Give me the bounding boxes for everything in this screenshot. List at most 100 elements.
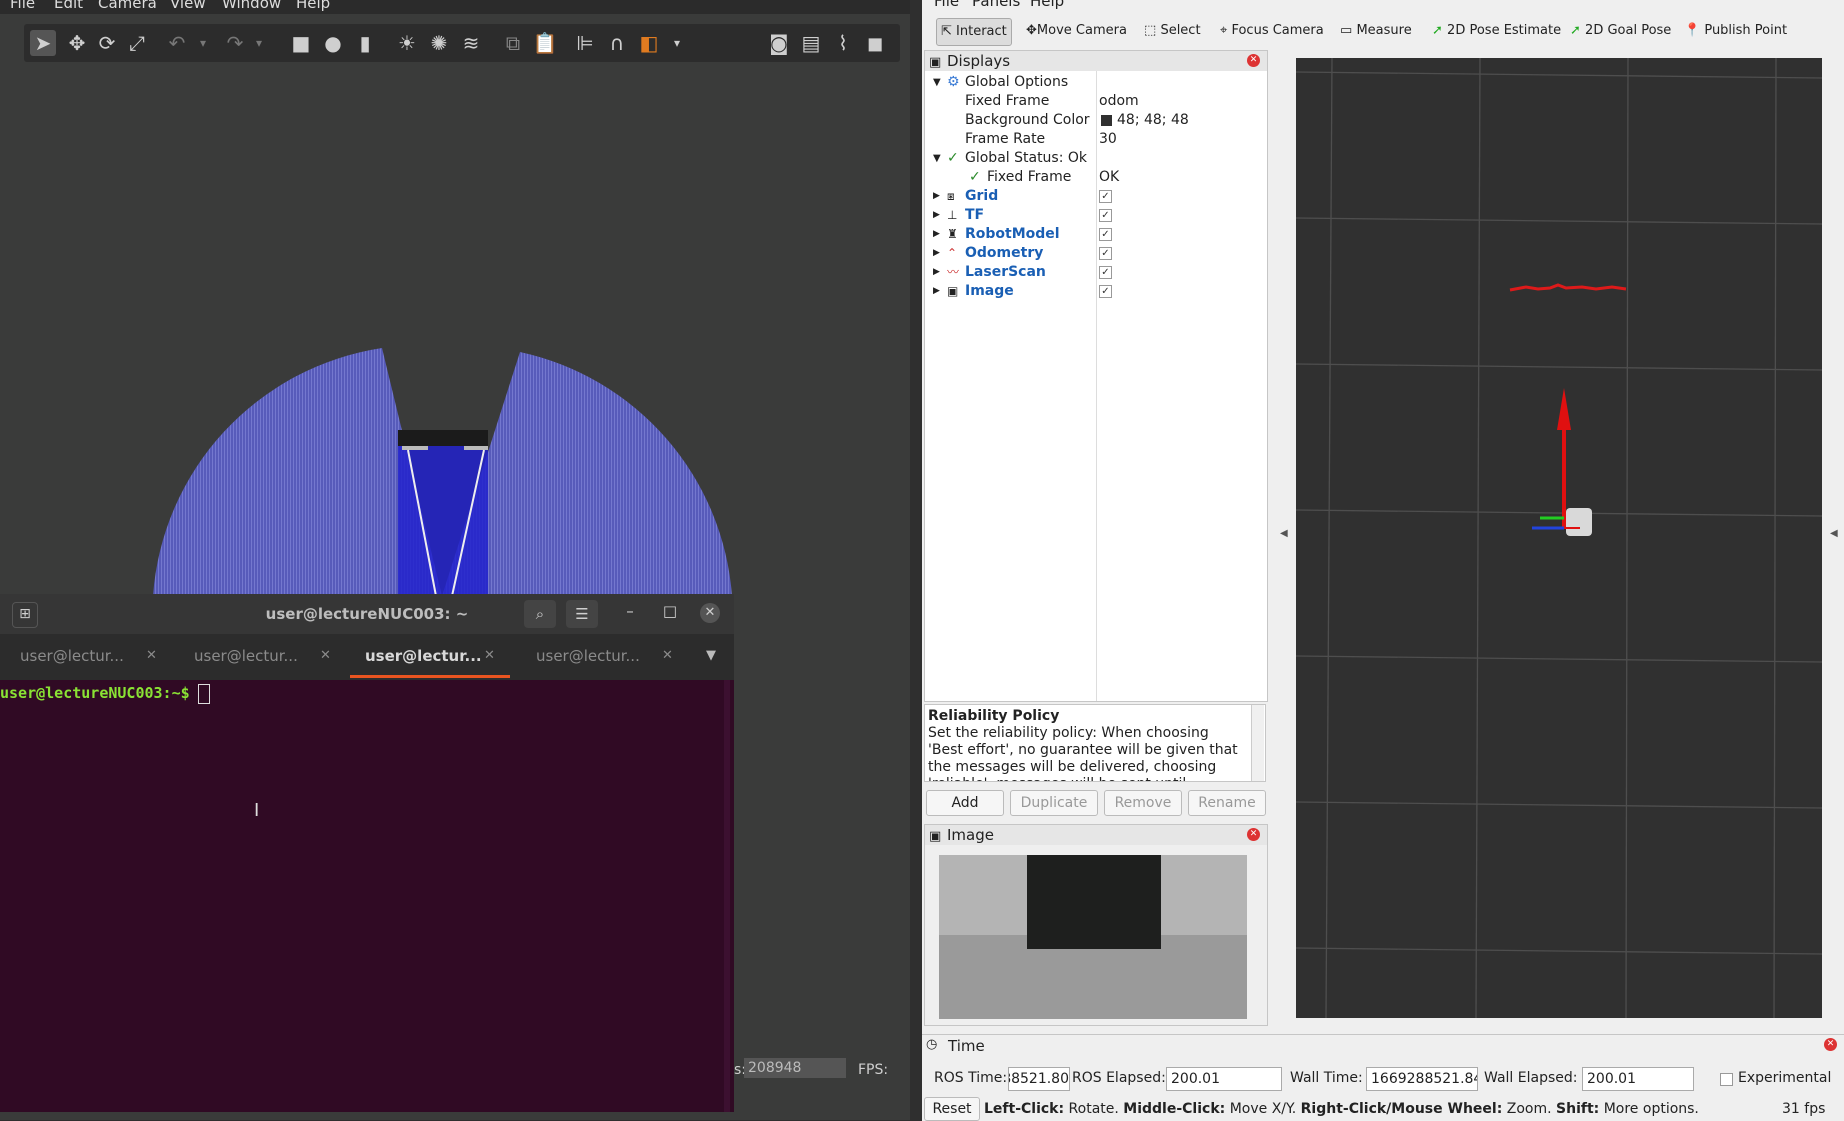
experimental-checkbox[interactable] (1720, 1073, 1733, 1086)
point-light-icon[interactable]: ☀ (394, 30, 420, 56)
tool-focus-camera[interactable]: ⌖ Focus Camera (1216, 18, 1328, 44)
redo-icon[interactable]: ↷ (222, 30, 248, 56)
change-view-icon[interactable]: ◧ (636, 30, 662, 56)
display-image[interactable]: ▶ ▣ Image ✓ (925, 282, 1265, 301)
undo-dropdown-icon[interactable]: ▾ (190, 30, 216, 56)
rviz-menu-panels[interactable]: Panels (972, 0, 1020, 10)
rviz-3d-view[interactable] (1295, 57, 1823, 1019)
expand-right-icon[interactable]: ▶ (933, 225, 940, 244)
tool-move-camera[interactable]: ✥Move Camera (1022, 18, 1131, 44)
wall-elapsed-field[interactable]: 200.01 (1582, 1067, 1694, 1091)
collapse-left-icon[interactable]: ◀ (1280, 528, 1288, 539)
box-shape-icon[interactable]: ■ (288, 30, 314, 56)
status-fixed-frame[interactable]: ✓ Fixed Frame OK (925, 168, 1265, 187)
expand-right-icon[interactable]: ▶ (933, 263, 940, 282)
tool-select[interactable]: ⬚ Select (1140, 18, 1205, 44)
display-robotmodel[interactable]: ▶ ♜ RobotModel ✓ (925, 225, 1265, 244)
display-laserscan[interactable]: ▶ 〰 LaserScan ✓ (925, 263, 1265, 282)
translate-icon[interactable]: ✥ (64, 30, 90, 56)
scale-icon[interactable]: ⤢ (124, 30, 150, 56)
enable-checkbox[interactable]: ✓ (1099, 228, 1112, 241)
wall-time-field[interactable]: 1669288521.84 (1366, 1067, 1478, 1091)
tool-2d-pose-estimate[interactable]: ➚ 2D Pose Estimate (1428, 18, 1565, 44)
close-icon[interactable]: ✕ (700, 603, 720, 623)
gz-menu-view[interactable]: View (170, 0, 206, 11)
search-icon[interactable]: ⌕ (524, 600, 556, 628)
terminal-scrollbar[interactable] (724, 680, 730, 1112)
tab-close-icon[interactable]: ✕ (146, 638, 157, 674)
ros-elapsed-field[interactable]: 200.01 (1166, 1067, 1282, 1091)
minimize-icon[interactable]: – (620, 602, 640, 620)
video-record-icon[interactable]: ◼ (862, 30, 888, 56)
select-arrow-icon[interactable]: ➤ (30, 30, 56, 56)
rviz-menu-help[interactable]: Help (1030, 0, 1064, 10)
expand-right-icon[interactable]: ▶ (933, 187, 940, 206)
expand-down-icon[interactable]: ▼ (933, 73, 941, 92)
gz-menu-camera[interactable]: Camera (98, 0, 157, 11)
gz-menu-file[interactable]: File (10, 0, 35, 11)
collapse-right-icon[interactable]: ◀ (1830, 528, 1838, 539)
rename-button[interactable]: Rename (1188, 790, 1266, 816)
undo-icon[interactable]: ↶ (164, 30, 190, 56)
tool-interact[interactable]: ⇱ Interact (936, 18, 1012, 46)
gz-menu-window[interactable]: Window (222, 0, 281, 11)
log-icon[interactable]: ▤ (798, 30, 824, 56)
align-icon[interactable]: ⊫ (572, 30, 598, 56)
rviz-menu-file[interactable]: File (934, 0, 959, 10)
prop-background-color[interactable]: Background Color 48; 48; 48 (925, 111, 1265, 130)
expand-right-icon[interactable]: ▶ (933, 206, 940, 225)
plot-icon[interactable]: ⌇ (830, 30, 856, 56)
tool-measure[interactable]: ▭ Measure (1336, 18, 1416, 44)
tree-global-status[interactable]: ▼ ✓ Global Status: Ok (925, 149, 1265, 168)
directional-light-icon[interactable]: ≋ (458, 30, 484, 56)
enable-checkbox[interactable]: ✓ (1099, 285, 1112, 298)
expand-right-icon[interactable]: ▶ (933, 282, 940, 301)
terminal-tab-2[interactable]: user@lectur... ✕ (194, 638, 344, 678)
terminal-tab-1[interactable]: user@lectur... ✕ (20, 638, 170, 678)
view-dropdown-icon[interactable]: ▾ (664, 30, 690, 56)
right-collapse-handle[interactable]: ◀ (1828, 58, 1842, 1018)
display-odometry[interactable]: ▶ ⌃ Odometry ✓ (925, 244, 1265, 263)
window-splitter[interactable] (910, 0, 922, 1120)
tab-close-icon[interactable]: ✕ (662, 638, 673, 674)
snap-icon[interactable]: ∩ (604, 30, 630, 56)
tabs-dropdown-icon[interactable]: ▼ (706, 648, 716, 663)
enable-checkbox[interactable]: ✓ (1099, 266, 1112, 279)
gz-menu-edit[interactable]: Edit (54, 0, 83, 11)
remove-button[interactable]: Remove (1104, 790, 1182, 816)
screenshot-icon[interactable]: ◙ (766, 30, 792, 56)
rotate-icon[interactable]: ⟳ (94, 30, 120, 56)
enable-checkbox[interactable]: ✓ (1099, 247, 1112, 260)
cylinder-shape-icon[interactable]: ▮ (352, 30, 378, 56)
prop-frame-rate[interactable]: Frame Rate 30 (925, 130, 1265, 149)
sphere-shape-icon[interactable]: ● (320, 30, 346, 56)
reset-button[interactable]: Reset (924, 1097, 980, 1121)
redo-dropdown-icon[interactable]: ▾ (246, 30, 272, 56)
tree-global-options[interactable]: ▼ ⚙ Global Options (925, 73, 1265, 92)
paste-icon[interactable]: 📋 (532, 30, 558, 56)
terminal-tab-3-active[interactable]: user@lectur... ✕ (350, 638, 510, 678)
display-grid[interactable]: ▶ ⧆ Grid ✓ (925, 187, 1265, 206)
expand-right-icon[interactable]: ▶ (933, 244, 940, 263)
hamburger-menu-icon[interactable]: ☰ (566, 600, 598, 628)
tab-close-icon[interactable]: ✕ (320, 638, 331, 674)
display-tf[interactable]: ▶ ⊥ TF ✓ (925, 206, 1265, 225)
panel-close-icon[interactable]: ✕ (1247, 828, 1260, 841)
panel-close-icon[interactable]: ✕ (1824, 1038, 1837, 1051)
panel-close-icon[interactable]: ✕ (1247, 54, 1260, 67)
copy-icon[interactable]: ⧉ (500, 30, 526, 56)
maximize-icon[interactable]: □ (660, 602, 680, 620)
tool-publish-point[interactable]: 📍 Publish Point (1680, 18, 1791, 44)
duplicate-button[interactable]: Duplicate (1010, 790, 1098, 816)
spot-light-icon[interactable]: ✺ (426, 30, 452, 56)
terminal-tab-4[interactable]: user@lectur... ✕ (536, 638, 686, 678)
left-collapse-handle[interactable]: ◀ (1278, 58, 1292, 1018)
tool-2d-goal-pose[interactable]: ➚ 2D Goal Pose (1566, 18, 1675, 44)
enable-checkbox[interactable]: ✓ (1099, 190, 1112, 203)
ros-time-field[interactable]: 1669288521.80 (1008, 1067, 1070, 1091)
expand-down-icon[interactable]: ▼ (933, 149, 941, 168)
enable-checkbox[interactable]: ✓ (1099, 209, 1112, 222)
terminal-body[interactable]: user@lectureNUC003:~$ I (0, 680, 734, 1112)
prop-fixed-frame[interactable]: Fixed Frame odom (925, 92, 1265, 111)
gz-menu-help[interactable]: Help (296, 0, 330, 11)
